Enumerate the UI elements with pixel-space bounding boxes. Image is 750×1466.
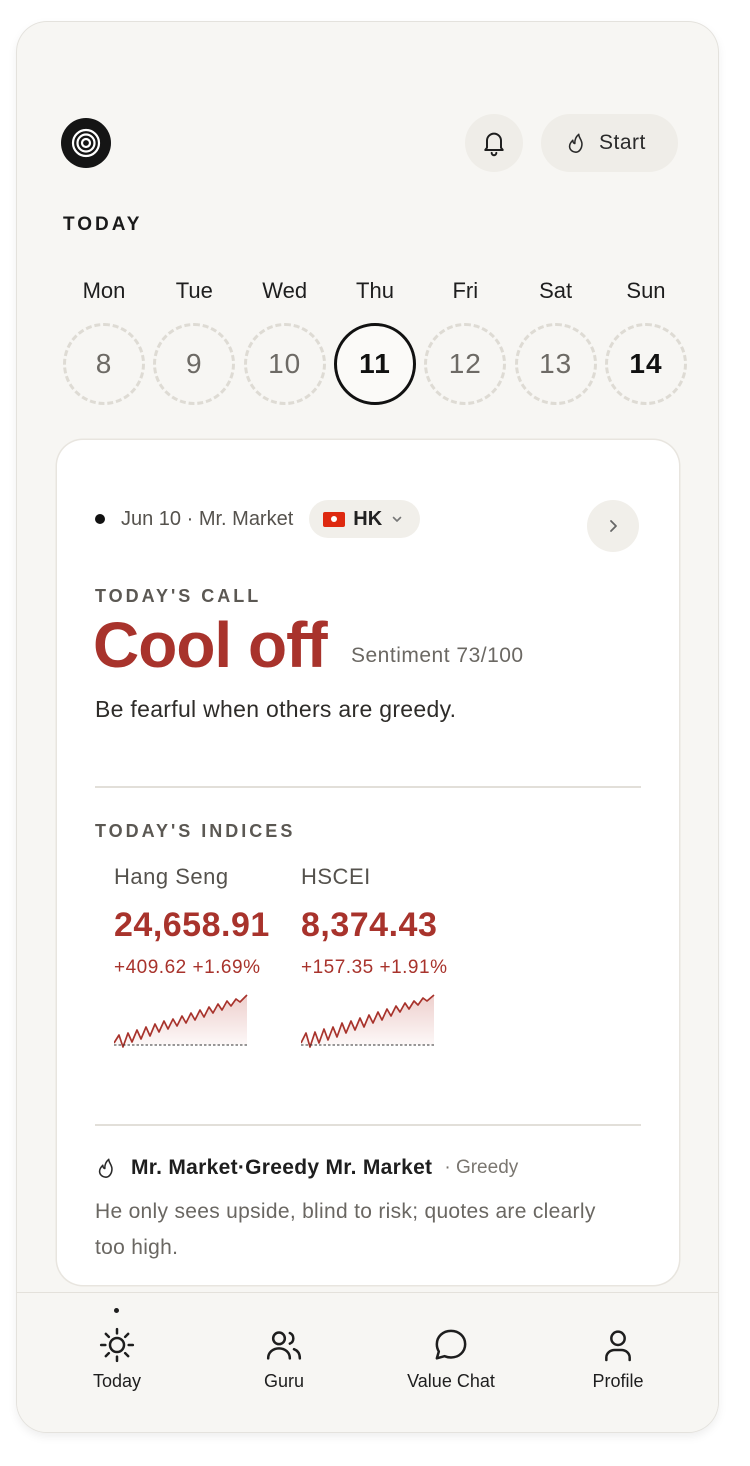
start-button-label: Start <box>599 131 646 154</box>
index-value: 8,374.43 <box>301 906 438 944</box>
divider <box>95 1124 641 1126</box>
bell-icon <box>484 132 504 157</box>
nav-item-profile[interactable]: Profile <box>548 1325 688 1392</box>
day-name: Mon <box>82 278 126 303</box>
chevron-down-icon <box>392 516 402 522</box>
nav-label: Guru <box>263 1371 305 1391</box>
spiral-logo-icon[interactable] <box>61 118 111 168</box>
day-name: Fri <box>452 278 479 303</box>
market-code: HK <box>353 507 383 530</box>
index-change: +409.62 +1.69% <box>114 957 261 978</box>
sun-icon <box>99 1327 135 1363</box>
day-sun[interactable]: Sun 14 <box>604 277 687 405</box>
index-name: Hang Seng <box>114 864 229 889</box>
index-hscei[interactable]: HSCEI 8,374.43 +157.35 +1.91% <box>301 864 447 1055</box>
nav-label: Today <box>92 1371 142 1391</box>
flame-icon <box>98 1158 113 1178</box>
day-name: Sat <box>539 278 573 303</box>
week-strip: Mon 8 Tue 9 Wed 10 Thu 11 Fri 12 Sat 13 … <box>63 277 687 405</box>
app-screen: Start TODAY Mon 8 Tue 9 Wed 10 Thu 11 Fr… <box>17 22 718 1432</box>
day-name: Thu <box>356 278 394 303</box>
flame-icon <box>568 133 583 153</box>
day-wed[interactable]: Wed 10 <box>243 277 326 405</box>
nav-label: Value Chat <box>407 1371 495 1391</box>
notifications-button[interactable] <box>465 114 523 172</box>
nav-label: Profile <box>592 1371 644 1391</box>
index-change: +157.35 +1.91% <box>301 957 448 978</box>
persona-description: He only sees upside, blind to risk; quot… <box>95 1200 596 1259</box>
start-button[interactable]: Start <box>541 114 678 172</box>
day-name: Wed <box>262 278 308 303</box>
day-date: 9 <box>153 323 236 405</box>
indices-label: TODAY'S INDICES <box>95 821 296 841</box>
day-mon[interactable]: Mon 8 <box>63 277 145 405</box>
index-sparkline <box>114 994 248 1048</box>
day-name: Sun <box>626 278 666 303</box>
index-name: HSCEI <box>301 864 371 889</box>
day-date: 8 <box>63 323 145 405</box>
chat-bubble-icon <box>435 1329 467 1360</box>
users-icon <box>266 1331 302 1360</box>
chevron-right-icon <box>610 520 617 532</box>
nav-item-guru[interactable]: Guru <box>214 1325 354 1392</box>
call-quote: Be fearful when others are greedy. <box>95 696 457 722</box>
day-date: 10 <box>243 323 326 405</box>
active-indicator-dot <box>114 1308 119 1313</box>
hong-kong-flag-icon <box>323 511 346 527</box>
market-selector[interactable]: HK <box>309 500 421 538</box>
index-hang-seng[interactable]: Hang Seng 24,658.91 +409.62 +1.69% <box>114 864 270 1055</box>
status-dot <box>95 514 105 524</box>
user-icon <box>605 1330 631 1362</box>
sentiment-score: Sentiment 73/100 <box>351 644 524 667</box>
day-date: 13 <box>514 323 597 405</box>
day-date: 12 <box>424 323 507 405</box>
index-value: 24,658.91 <box>114 906 270 944</box>
section-title-today: TODAY <box>63 214 143 235</box>
divider <box>95 786 641 788</box>
day-sat[interactable]: Sat 13 <box>514 277 597 405</box>
next-day-button[interactable] <box>587 500 639 552</box>
card-meta: Jun 10 · Mr. Market <box>121 507 294 530</box>
nav-item-today[interactable]: Today <box>47 1325 187 1392</box>
day-fri[interactable]: Fri 12 <box>424 277 507 405</box>
persona-name: Mr. Market·Greedy Mr. Market <box>131 1156 433 1179</box>
persona-tag: · Greedy <box>444 1157 519 1178</box>
call-label: TODAY'S CALL <box>95 586 262 606</box>
call-title: Cool off <box>93 609 328 681</box>
daily-call-card: Jun 10 · Mr. Market HK TODAY'S CALL Cool… <box>57 440 679 1285</box>
day-date: 11 <box>333 323 416 405</box>
nav-item-value-chat[interactable]: Value Chat <box>381 1325 521 1392</box>
day-thu-selected[interactable]: Thu 11 <box>333 277 416 405</box>
bottom-nav: Today Guru Value Chat Profile <box>17 1292 718 1432</box>
day-tue[interactable]: Tue 9 <box>153 277 236 405</box>
persona-row: Mr. Market·Greedy Mr. Market · Greedy <box>95 1156 518 1180</box>
card-meta-row: Jun 10 · Mr. Market HK <box>95 500 421 538</box>
index-sparkline <box>301 994 435 1048</box>
day-date: 14 <box>604 323 687 405</box>
day-name: Tue <box>175 278 213 303</box>
